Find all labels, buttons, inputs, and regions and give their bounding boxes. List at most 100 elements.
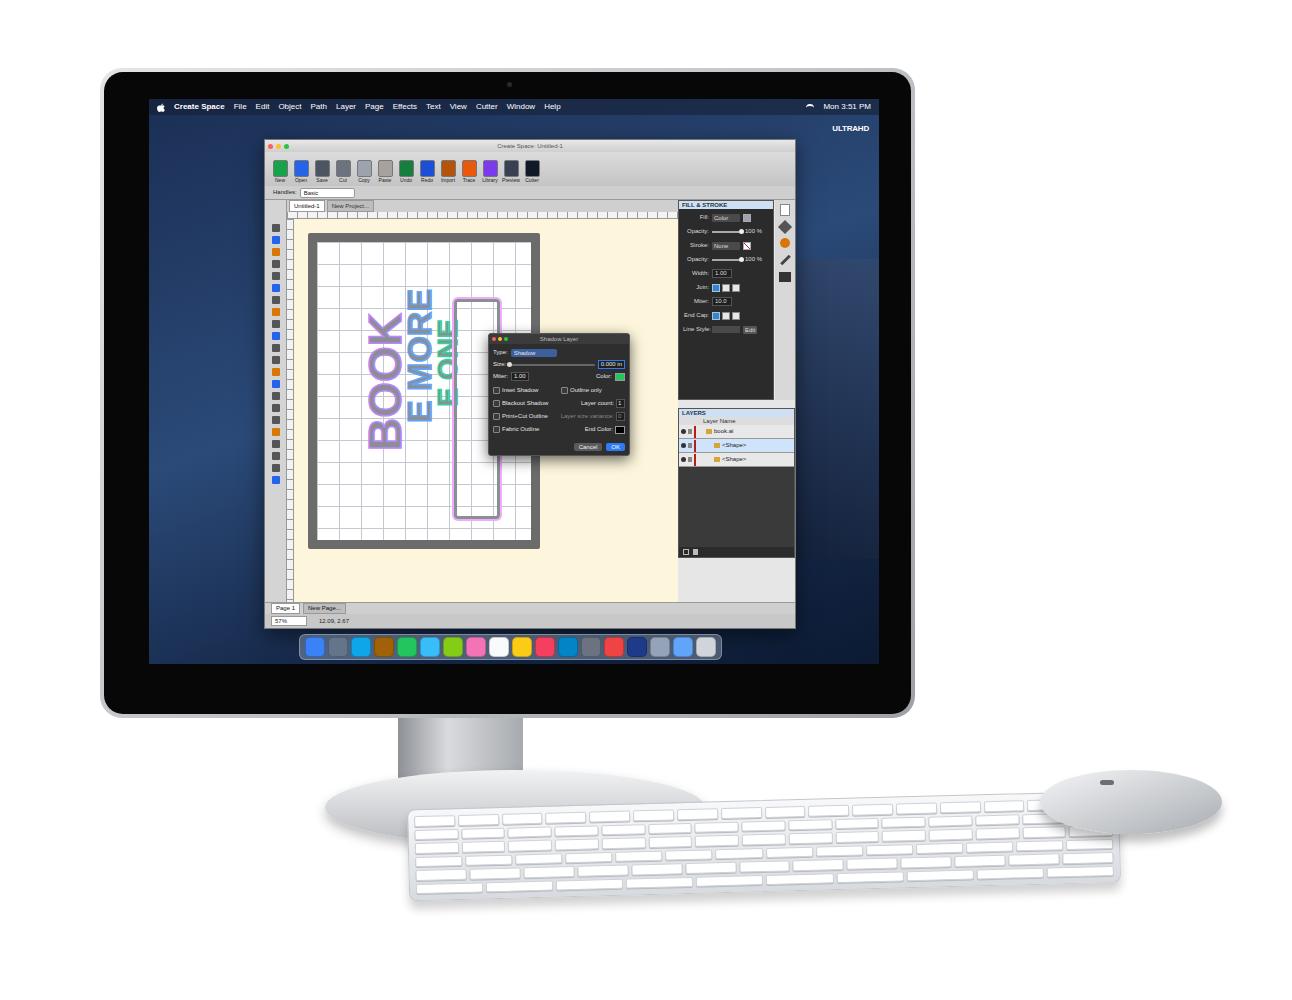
- page-tab[interactable]: New Page...: [303, 603, 346, 614]
- key[interactable]: [486, 880, 553, 892]
- menu-item[interactable]: Help: [544, 101, 560, 113]
- dock-app-icon[interactable]: [420, 637, 440, 657]
- tool-icon[interactable]: [272, 356, 280, 364]
- palette-icon[interactable]: [780, 238, 790, 248]
- tool-icon[interactable]: [272, 464, 280, 472]
- minimize-icon[interactable]: [276, 144, 281, 149]
- key[interactable]: [975, 827, 1019, 839]
- close-icon[interactable]: [268, 144, 273, 149]
- close-icon[interactable]: [492, 337, 496, 341]
- move-icon[interactable]: [778, 220, 792, 234]
- menu-item[interactable]: Page: [365, 101, 384, 113]
- dock-app-icon[interactable]: [328, 637, 348, 657]
- key[interactable]: [469, 867, 520, 879]
- key[interactable]: [866, 844, 913, 856]
- keyboard[interactable]: [407, 791, 1121, 902]
- dock-app-icon[interactable]: [512, 637, 532, 657]
- key[interactable]: [741, 820, 785, 832]
- key[interactable]: [461, 827, 505, 839]
- edit-button[interactable]: Edit: [743, 326, 757, 334]
- tool-icon[interactable]: [272, 380, 280, 388]
- tool-icon[interactable]: [272, 260, 280, 268]
- tool-icon[interactable]: [272, 272, 280, 280]
- style-icon[interactable]: [732, 284, 740, 292]
- tool-icon[interactable]: [272, 428, 280, 436]
- key[interactable]: [565, 851, 612, 863]
- dialog-button[interactable]: Cancel: [574, 443, 603, 451]
- tool-icon[interactable]: [272, 236, 280, 244]
- dock-app-icon[interactable]: [489, 637, 509, 657]
- dock-app-icon[interactable]: [397, 637, 417, 657]
- checkbox[interactable]: [493, 400, 500, 407]
- tool-icon[interactable]: [272, 440, 280, 448]
- layer-row[interactable]: <Shape>: [679, 439, 794, 453]
- option-row[interactable]: Outline only: [561, 386, 625, 395]
- opacity-slider[interactable]: [712, 231, 742, 233]
- select[interactable]: None: [712, 242, 740, 250]
- key[interactable]: [555, 825, 599, 837]
- key[interactable]: [940, 801, 981, 813]
- checkbox[interactable]: [493, 426, 500, 433]
- key[interactable]: [836, 871, 903, 883]
- minimize-icon[interactable]: [498, 337, 502, 341]
- toolbar-button[interactable]: Save: [313, 160, 331, 184]
- key[interactable]: [414, 815, 455, 827]
- key[interactable]: [577, 865, 628, 877]
- tool-icon[interactable]: [272, 248, 280, 256]
- scroll-wheel-icon[interactable]: [1100, 780, 1114, 785]
- key[interactable]: [882, 816, 926, 828]
- tool-icon[interactable]: [272, 332, 280, 340]
- dock-app-icon[interactable]: [374, 637, 394, 657]
- toolbar-button[interactable]: Redo: [418, 160, 436, 184]
- tool-icon[interactable]: [272, 452, 280, 460]
- key[interactable]: [983, 800, 1024, 812]
- number-field[interactable]: 1: [616, 399, 625, 408]
- zoom-icon[interactable]: [504, 337, 508, 341]
- tool-icon[interactable]: [272, 308, 280, 316]
- menu-item[interactable]: Text: [426, 101, 441, 113]
- toolbar-button[interactable]: Open: [292, 160, 310, 184]
- artwork-text[interactable]: E ONE: [434, 319, 462, 406]
- key[interactable]: [739, 860, 790, 872]
- key[interactable]: [788, 819, 832, 831]
- key[interactable]: [458, 814, 499, 826]
- key[interactable]: [648, 822, 692, 834]
- key[interactable]: [415, 855, 462, 867]
- key[interactable]: [502, 813, 543, 825]
- artwork-text[interactable]: E MORE: [402, 289, 436, 423]
- style-icon[interactable]: [732, 312, 740, 320]
- key[interactable]: [462, 841, 506, 853]
- type-select[interactable]: Shadow: [511, 349, 557, 357]
- key[interactable]: [415, 842, 459, 854]
- key[interactable]: [416, 869, 467, 881]
- key[interactable]: [789, 832, 833, 844]
- document-tab[interactable]: New Project...: [327, 200, 374, 212]
- select[interactable]: Color: [712, 214, 740, 222]
- eye-icon[interactable]: [681, 443, 686, 448]
- option-row[interactable]: Inset Shadow: [493, 386, 557, 395]
- key[interactable]: [1022, 826, 1066, 838]
- menu-item[interactable]: View: [450, 101, 467, 113]
- menu-item[interactable]: Window: [507, 101, 535, 113]
- menu-item[interactable]: Cutter: [476, 101, 498, 113]
- text-icon[interactable]: [779, 272, 791, 282]
- tool-icon[interactable]: [272, 320, 280, 328]
- option-row[interactable]: Layer count:1: [561, 399, 625, 408]
- dock-app-icon[interactable]: [581, 637, 601, 657]
- key[interactable]: [615, 850, 662, 862]
- checkbox[interactable]: [493, 387, 500, 394]
- number-field[interactable]: 10.0: [712, 297, 732, 306]
- layer-row[interactable]: <Shape>: [679, 453, 794, 467]
- key[interactable]: [696, 875, 763, 887]
- key[interactable]: [906, 869, 973, 881]
- key[interactable]: [916, 842, 963, 854]
- tool-icon[interactable]: [272, 404, 280, 412]
- key[interactable]: [665, 849, 712, 861]
- tool-icon[interactable]: [272, 296, 280, 304]
- color-swatch[interactable]: [615, 373, 625, 381]
- key[interactable]: [1062, 852, 1113, 864]
- menu-item[interactable]: File: [234, 101, 247, 113]
- tool-icon[interactable]: [272, 344, 280, 352]
- checkbox[interactable]: [561, 387, 568, 394]
- trash-icon[interactable]: [693, 549, 698, 555]
